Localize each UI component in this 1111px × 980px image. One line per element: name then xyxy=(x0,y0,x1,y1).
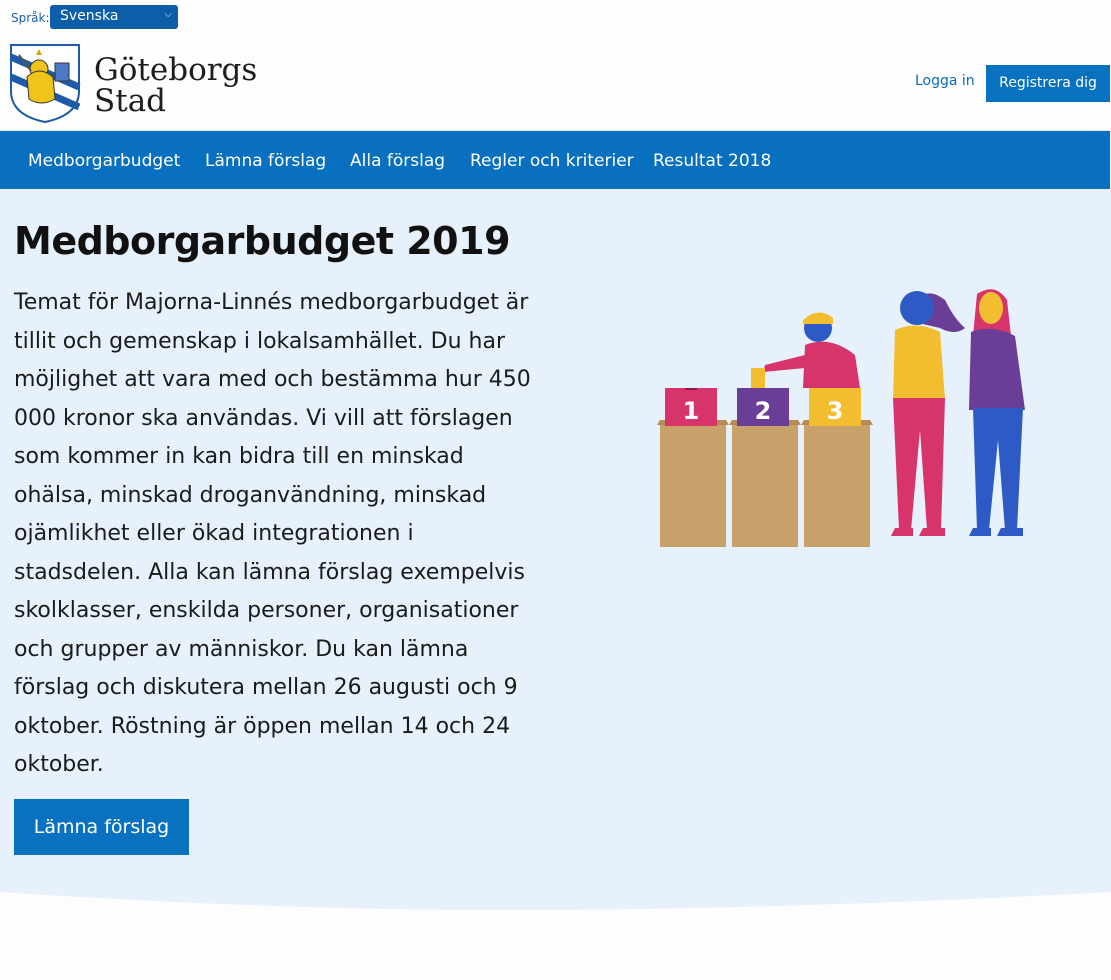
language-select[interactable]: Svenska ⌵ xyxy=(50,5,178,29)
logo-line-1: Göteborgs xyxy=(94,52,258,88)
chevron-down-icon: ⌵ xyxy=(164,9,172,20)
voting-illustration: 1 2 3 xyxy=(657,289,1025,547)
ballot-box-3: 3 xyxy=(801,388,873,547)
main-navigation: Medborgarbudget Lämna förslag Alla försl… xyxy=(0,130,1110,189)
person-standing-yellow xyxy=(891,291,965,536)
goteborgs-stad-logo[interactable]: Göteborgs Stad xyxy=(9,43,259,124)
person-standing-purple xyxy=(969,289,1025,536)
ballot-number-3: 3 xyxy=(827,397,844,425)
nav-item-regler-och-kriterier[interactable]: Regler och kriterier xyxy=(470,151,634,171)
logo-wordmark: Göteborgs Stad xyxy=(94,55,257,117)
login-link[interactable]: Logga in xyxy=(915,73,975,89)
nav-item-alla-forslag[interactable]: Alla förslag xyxy=(350,151,445,171)
coat-of-arms-icon xyxy=(9,44,81,124)
nav-item-resultat-2018[interactable]: Resultat 2018 xyxy=(653,151,771,171)
page-title: Medborgarbudget 2019 xyxy=(14,219,511,263)
top-bar: Språk: Svenska ⌵ xyxy=(0,0,1111,36)
language-label: Språk: xyxy=(11,11,50,25)
hero-wave-divider xyxy=(0,892,1111,920)
ballot-box-1: 1 xyxy=(657,388,729,547)
register-button[interactable]: Registrera dig xyxy=(986,65,1110,102)
person-voting xyxy=(751,312,860,388)
hero-description: Temat för Majorna-Linnés medborgarbudget… xyxy=(14,290,531,777)
nav-item-medborgarbudget[interactable]: Medborgarbudget xyxy=(28,151,180,171)
ballot-number-2: 2 xyxy=(755,397,772,425)
logo-line-2: Stad xyxy=(94,83,167,119)
ballot-box-2: 2 xyxy=(729,388,801,547)
ballot-number-1: 1 xyxy=(683,397,700,425)
submit-proposal-button[interactable]: Lämna förslag xyxy=(14,799,189,855)
language-selected-value: Svenska xyxy=(60,8,119,24)
nav-item-lamna-forslag[interactable]: Lämna förslag xyxy=(205,151,326,171)
